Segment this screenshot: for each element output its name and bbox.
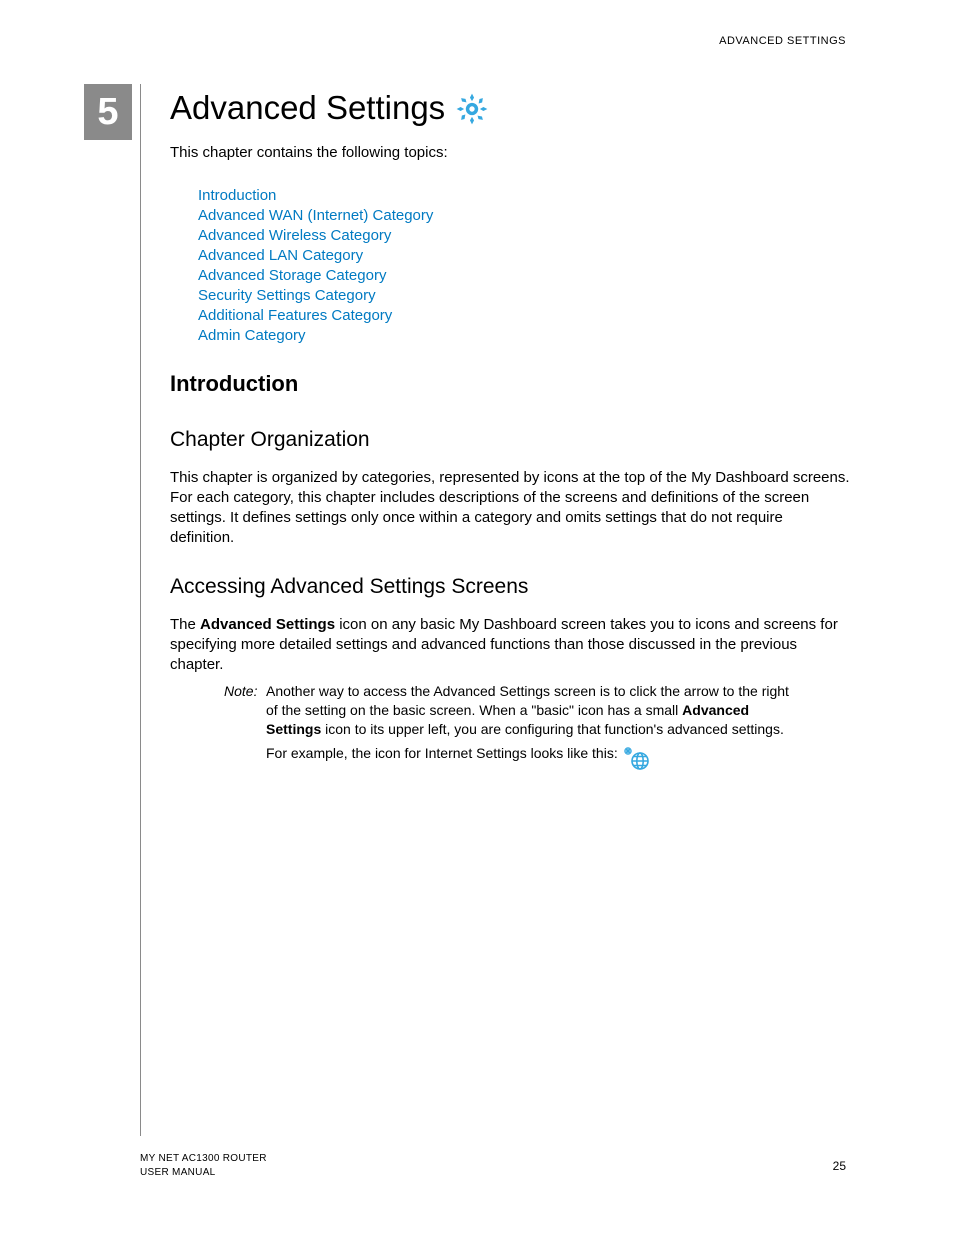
toc-link-lan[interactable]: Advanced LAN Category (198, 247, 363, 264)
page-number: 25 (833, 1159, 846, 1173)
chapter-title: Advanced Settings (170, 88, 491, 128)
paragraph-accessing: The Advanced Settings icon on any basic … (170, 615, 850, 675)
footer-product: MY NET AC1300 ROUTER USER MANUAL (140, 1152, 267, 1180)
note-block: Note: Another way to access the Advanced… (224, 682, 804, 770)
text: icon to its upper left, you are configur… (266, 721, 784, 761)
topic-list: Introduction Advanced WAN (Internet) Cat… (198, 186, 433, 346)
bold-advanced-settings: Advanced Settings (200, 616, 335, 633)
paragraph-organization: This chapter is organized by categories,… (170, 468, 850, 548)
heading-introduction: Introduction (170, 371, 298, 397)
toc-link-storage[interactable]: Advanced Storage Category (198, 267, 386, 284)
chapter-title-text: Advanced Settings (170, 89, 445, 127)
vertical-rule (140, 84, 141, 1136)
chapter-number-badge: 5 (84, 84, 132, 140)
gear-icon (453, 88, 491, 128)
toc-link-admin[interactable]: Admin Category (198, 327, 306, 344)
footer-line2: USER MANUAL (140, 1166, 267, 1180)
toc-link-wireless[interactable]: Advanced Wireless Category (198, 227, 391, 244)
note-body: Another way to access the Advanced Setti… (266, 682, 804, 770)
text: The (170, 616, 200, 633)
toc-link-additional[interactable]: Additional Features Category (198, 307, 392, 324)
note-label: Note: (224, 682, 257, 701)
internet-settings-icon (622, 745, 652, 776)
chapter-lead: This chapter contains the following topi… (170, 144, 448, 161)
footer-line1: MY NET AC1300 ROUTER (140, 1152, 267, 1166)
toc-link-security[interactable]: Security Settings Category (198, 287, 376, 304)
heading-chapter-organization: Chapter Organization (170, 428, 370, 452)
toc-link-introduction[interactable]: Introduction (198, 187, 276, 204)
toc-link-wan[interactable]: Advanced WAN (Internet) Category (198, 207, 433, 224)
running-header: ADVANCED SETTINGS (719, 35, 846, 47)
heading-accessing: Accessing Advanced Settings Screens (170, 575, 528, 599)
